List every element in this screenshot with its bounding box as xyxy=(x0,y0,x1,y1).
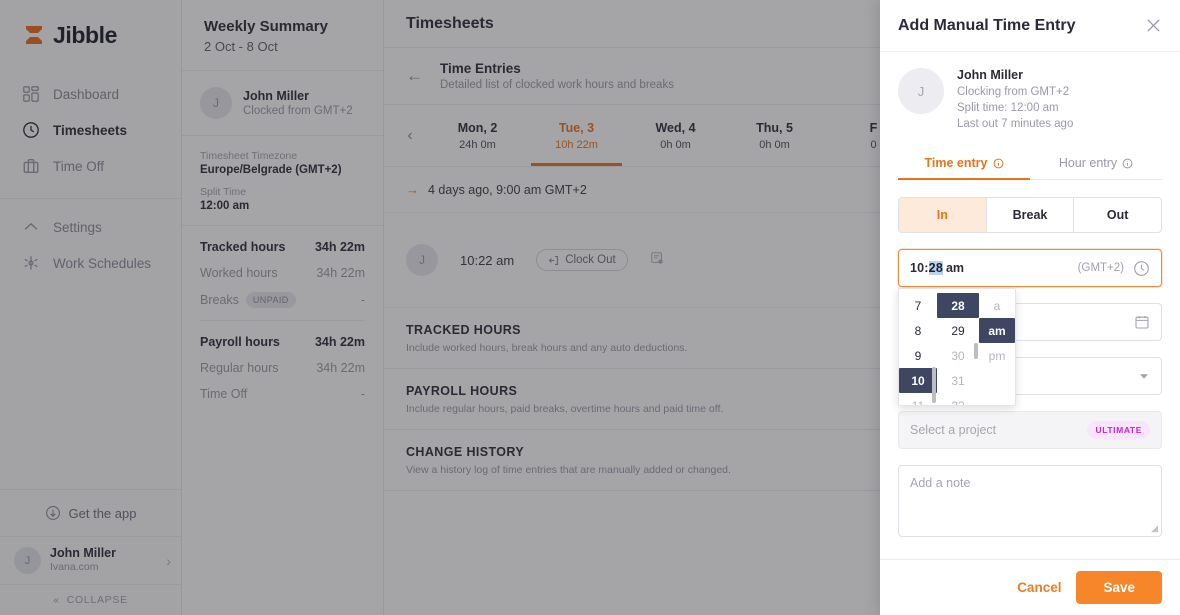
time-timezone-label: (GMT+2) xyxy=(1078,262,1124,274)
clock-icon[interactable] xyxy=(1133,260,1150,277)
save-button[interactable]: Save xyxy=(1076,571,1162,604)
cancel-button[interactable]: Cancel xyxy=(1017,580,1061,595)
tab-hour-entry-label: Hour entry xyxy=(1059,156,1117,170)
minute-option-selected[interactable]: 28 xyxy=(937,293,979,318)
project-field-wrap: Select a project ULTIMATE xyxy=(898,411,1162,449)
panel-person-name: John Miller xyxy=(957,68,1073,82)
note-textarea[interactable]: Add a note ◢ xyxy=(898,465,1162,537)
time-prefix: 10: xyxy=(910,261,929,275)
add-manual-time-entry-panel: Add Manual Time Entry J John Miller Cloc… xyxy=(880,0,1180,615)
close-glyph-icon xyxy=(1144,16,1163,35)
segment-break[interactable]: Break xyxy=(987,198,1075,232)
close-icon[interactable] xyxy=(1144,16,1163,35)
minute-option[interactable]: 32 xyxy=(937,393,979,406)
select-field-right xyxy=(1138,370,1150,382)
panel-person-last-out: Last out 7 minutes ago xyxy=(957,118,1073,130)
project-select[interactable]: Select a project ULTIMATE xyxy=(898,411,1162,449)
time-input[interactable]: 10:28am (GMT+2) xyxy=(898,249,1162,287)
time-field-right: (GMT+2) xyxy=(1078,260,1150,277)
time-field-wrap: 10:28am (GMT+2) 7 8 9 10 11 xyxy=(898,249,1162,287)
ultimate-badge: ULTIMATE xyxy=(1087,421,1150,439)
tab-time-entry-label: Time entry xyxy=(925,156,988,170)
panel-footer: Cancel Save xyxy=(880,559,1180,615)
project-placeholder: Select a project xyxy=(910,423,996,437)
note-field-wrap: Add a note ◢ xyxy=(898,465,1162,537)
panel-title: Add Manual Time Entry xyxy=(898,17,1076,35)
avatar: J xyxy=(898,68,944,114)
time-picker-minutes-column[interactable]: 28 29 30 31 32 xyxy=(937,289,979,405)
minute-option[interactable]: 29 xyxy=(937,318,979,343)
tab-time-entry[interactable]: Time entry xyxy=(898,148,1030,179)
hour-option[interactable]: 9 xyxy=(899,343,937,368)
panel-person: J John Miller Clocking from GMT+2 Split … xyxy=(880,52,1180,144)
time-picker-dropdown[interactable]: 7 8 9 10 11 28 29 30 31 32 a am xyxy=(898,288,1016,406)
note-placeholder: Add a note xyxy=(910,476,970,490)
info-icon[interactable] xyxy=(1122,158,1133,169)
hour-option[interactable]: 7 xyxy=(899,293,937,318)
segment-in[interactable]: In xyxy=(899,198,987,232)
hour-option[interactable]: 8 xyxy=(899,318,937,343)
tab-hour-entry[interactable]: Hour entry xyxy=(1030,148,1162,179)
panel-tabs: Time entry Hour entry xyxy=(898,148,1162,180)
project-field-right: ULTIMATE xyxy=(1087,421,1150,439)
hours-scrollbar[interactable] xyxy=(932,367,936,403)
panel-header: Add Manual Time Entry xyxy=(880,0,1180,52)
segment-out[interactable]: Out xyxy=(1074,198,1161,232)
meridiem-option[interactable]: a xyxy=(979,293,1015,318)
minute-option[interactable]: 31 xyxy=(937,368,979,393)
meridiem-option-selected[interactable]: am xyxy=(979,318,1015,343)
time-meridiem: am xyxy=(946,261,964,275)
meridiem-option[interactable]: pm xyxy=(979,343,1015,368)
entry-type-segmented-control: In Break Out xyxy=(898,197,1162,233)
minutes-scrollbar[interactable] xyxy=(974,343,978,359)
modal-scrim[interactable] xyxy=(0,0,880,615)
minute-option[interactable]: 30 xyxy=(937,343,979,368)
info-icon[interactable] xyxy=(993,158,1004,169)
resize-grip-icon[interactable]: ◢ xyxy=(1151,524,1158,533)
time-picker-meridiem-column[interactable]: a am pm xyxy=(979,289,1015,405)
calendar-icon[interactable] xyxy=(1134,314,1150,330)
time-picker-hours-column[interactable]: 7 8 9 10 11 xyxy=(899,289,937,405)
time-selected-minutes: 28 xyxy=(929,261,943,275)
date-field-right xyxy=(1134,314,1150,330)
chevron-down-icon[interactable] xyxy=(1138,370,1150,382)
panel-person-timezone: Clocking from GMT+2 xyxy=(957,86,1073,98)
app-root: Jibble Dashboard Timesheets xyxy=(0,0,1180,615)
panel-person-split-time: Split time: 12:00 am xyxy=(957,102,1073,114)
